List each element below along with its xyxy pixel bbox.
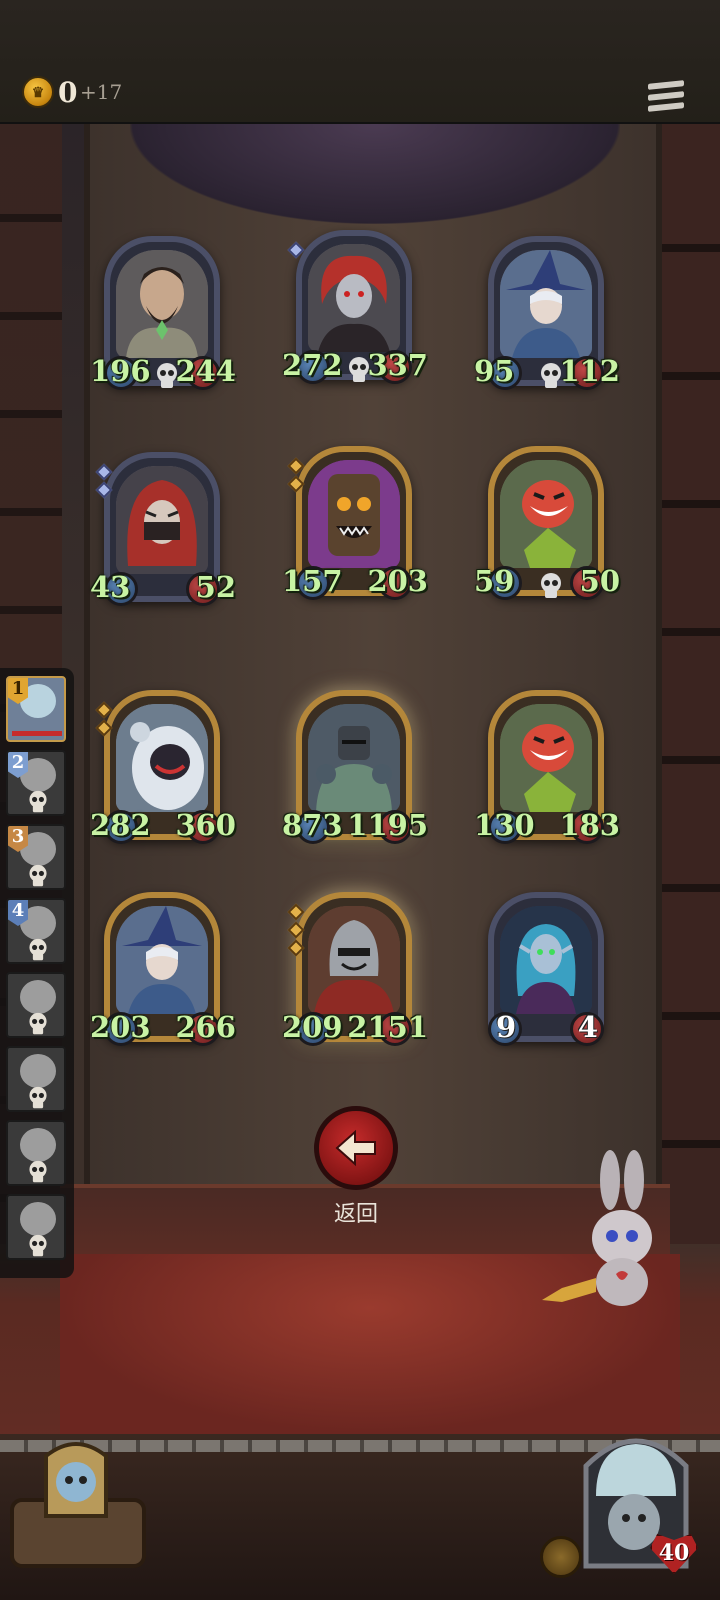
minion-card[interactable]: 196 244 — [90, 236, 236, 390]
back-button-label: 返回 — [333, 1201, 378, 1226]
minion-card[interactable]: 9 4 — [488, 892, 604, 1046]
attack-value: 9 — [496, 1010, 517, 1044]
skull-icon — [541, 573, 561, 598]
minion-portrait-hooded-assassin — [116, 466, 208, 574]
minion-portrait-bearded-brute — [116, 250, 208, 358]
bunny-mascot — [542, 1150, 652, 1306]
minion-portrait-armored-golem — [308, 704, 400, 812]
skull-icon — [29, 1160, 47, 1183]
tavern-shrine[interactable] — [6, 1436, 150, 1570]
gold-coin-icon: ♛ — [22, 76, 54, 108]
attack-value: 209 — [282, 1010, 343, 1044]
skull-icon — [29, 790, 47, 813]
opponent-slot[interactable] — [6, 972, 66, 1038]
minion-card[interactable]: 209 2151 — [282, 892, 428, 1046]
opponent-slot[interactable]: 1 — [6, 676, 66, 742]
opponent-avatar — [20, 1202, 56, 1236]
back-button[interactable] — [314, 1106, 398, 1190]
minion-portrait-red-imp — [500, 704, 592, 812]
health-value: 266 — [175, 1010, 236, 1044]
opponent-slot[interactable] — [6, 1194, 66, 1260]
health-value: 4 — [577, 1010, 598, 1044]
health-value: 183 — [559, 808, 620, 842]
minion-portrait-helmeted-knight — [308, 906, 400, 1014]
opponent-slot[interactable]: 2 — [6, 750, 66, 816]
gold-amount: 0 — [58, 76, 78, 109]
minion-card[interactable]: 59 50 — [474, 446, 620, 600]
opponent-slot[interactable]: 3 — [6, 824, 66, 890]
menu-button[interactable] — [648, 80, 684, 116]
attack-value: 203 — [90, 1010, 151, 1044]
bookshelf-right — [660, 124, 720, 1244]
minion-portrait-red-imp — [500, 460, 592, 568]
attack-value: 130 — [474, 808, 535, 842]
health-value: 2151 — [347, 1010, 428, 1044]
attack-value: 282 — [90, 808, 151, 842]
skull-icon — [29, 1012, 47, 1035]
minion-card[interactable]: 157 203 — [282, 446, 428, 600]
health-bar — [12, 731, 62, 736]
skull-icon — [29, 864, 47, 887]
back-arrow-icon — [335, 1129, 376, 1167]
health-value: 52 — [195, 570, 236, 604]
attack-value: 196 — [90, 354, 151, 388]
minion-card[interactable]: 95 112 — [474, 236, 620, 390]
minion-card[interactable]: 282 360 — [90, 690, 236, 844]
health-value: 1195 — [347, 808, 428, 842]
opponent-slot[interactable]: 4 — [6, 898, 66, 964]
opponent-list: 1 2 3 4 — [0, 668, 74, 1278]
minion-portrait-elf-sorceress — [500, 906, 592, 1014]
minion-portrait-red-haired-vampire — [308, 244, 400, 352]
attack-value: 43 — [90, 570, 131, 604]
bell-icon[interactable] — [540, 1536, 582, 1578]
skull-icon — [29, 1086, 47, 1109]
health-value: 203 — [367, 564, 428, 598]
minion-portrait-yeti — [116, 704, 208, 812]
minion-portrait-wizard — [500, 250, 592, 358]
health-value: 50 — [579, 564, 620, 598]
player-health-value: 40 — [658, 1540, 690, 1566]
health-value: 244 — [175, 354, 236, 388]
gothic-window-arch — [130, 124, 620, 224]
menu-icon — [648, 80, 684, 90]
health-value: 112 — [559, 354, 620, 388]
attack-value: 272 — [282, 348, 343, 382]
minion-card[interactable]: 873 1195 — [282, 690, 428, 844]
minion-card[interactable]: 130 183 — [474, 690, 620, 844]
skull-icon — [29, 1234, 47, 1257]
opponent-slot[interactable] — [6, 1120, 66, 1186]
gold-income: +17 — [80, 80, 123, 104]
minion-card[interactable]: 43 52 — [90, 452, 236, 606]
minion-card[interactable]: 203 266 — [90, 892, 236, 1046]
opponent-slot[interactable] — [6, 1046, 66, 1112]
health-value: 337 — [367, 348, 428, 382]
top-bar: ♛ 0 +17 — [0, 0, 720, 124]
health-value: 360 — [175, 808, 236, 842]
attack-value: 95 — [474, 354, 515, 388]
opponent-avatar — [20, 980, 56, 1014]
skull-icon — [29, 938, 47, 961]
minion-portrait-tiki-mask — [308, 460, 400, 568]
opponent-avatar — [20, 1128, 56, 1162]
attack-value: 873 — [282, 808, 343, 842]
opponent-avatar — [20, 1054, 56, 1088]
minion-portrait-wizard — [116, 906, 208, 1014]
attack-value: 59 — [474, 564, 515, 598]
attack-value: 157 — [282, 564, 343, 598]
minion-card[interactable]: 272 337 — [282, 230, 428, 384]
